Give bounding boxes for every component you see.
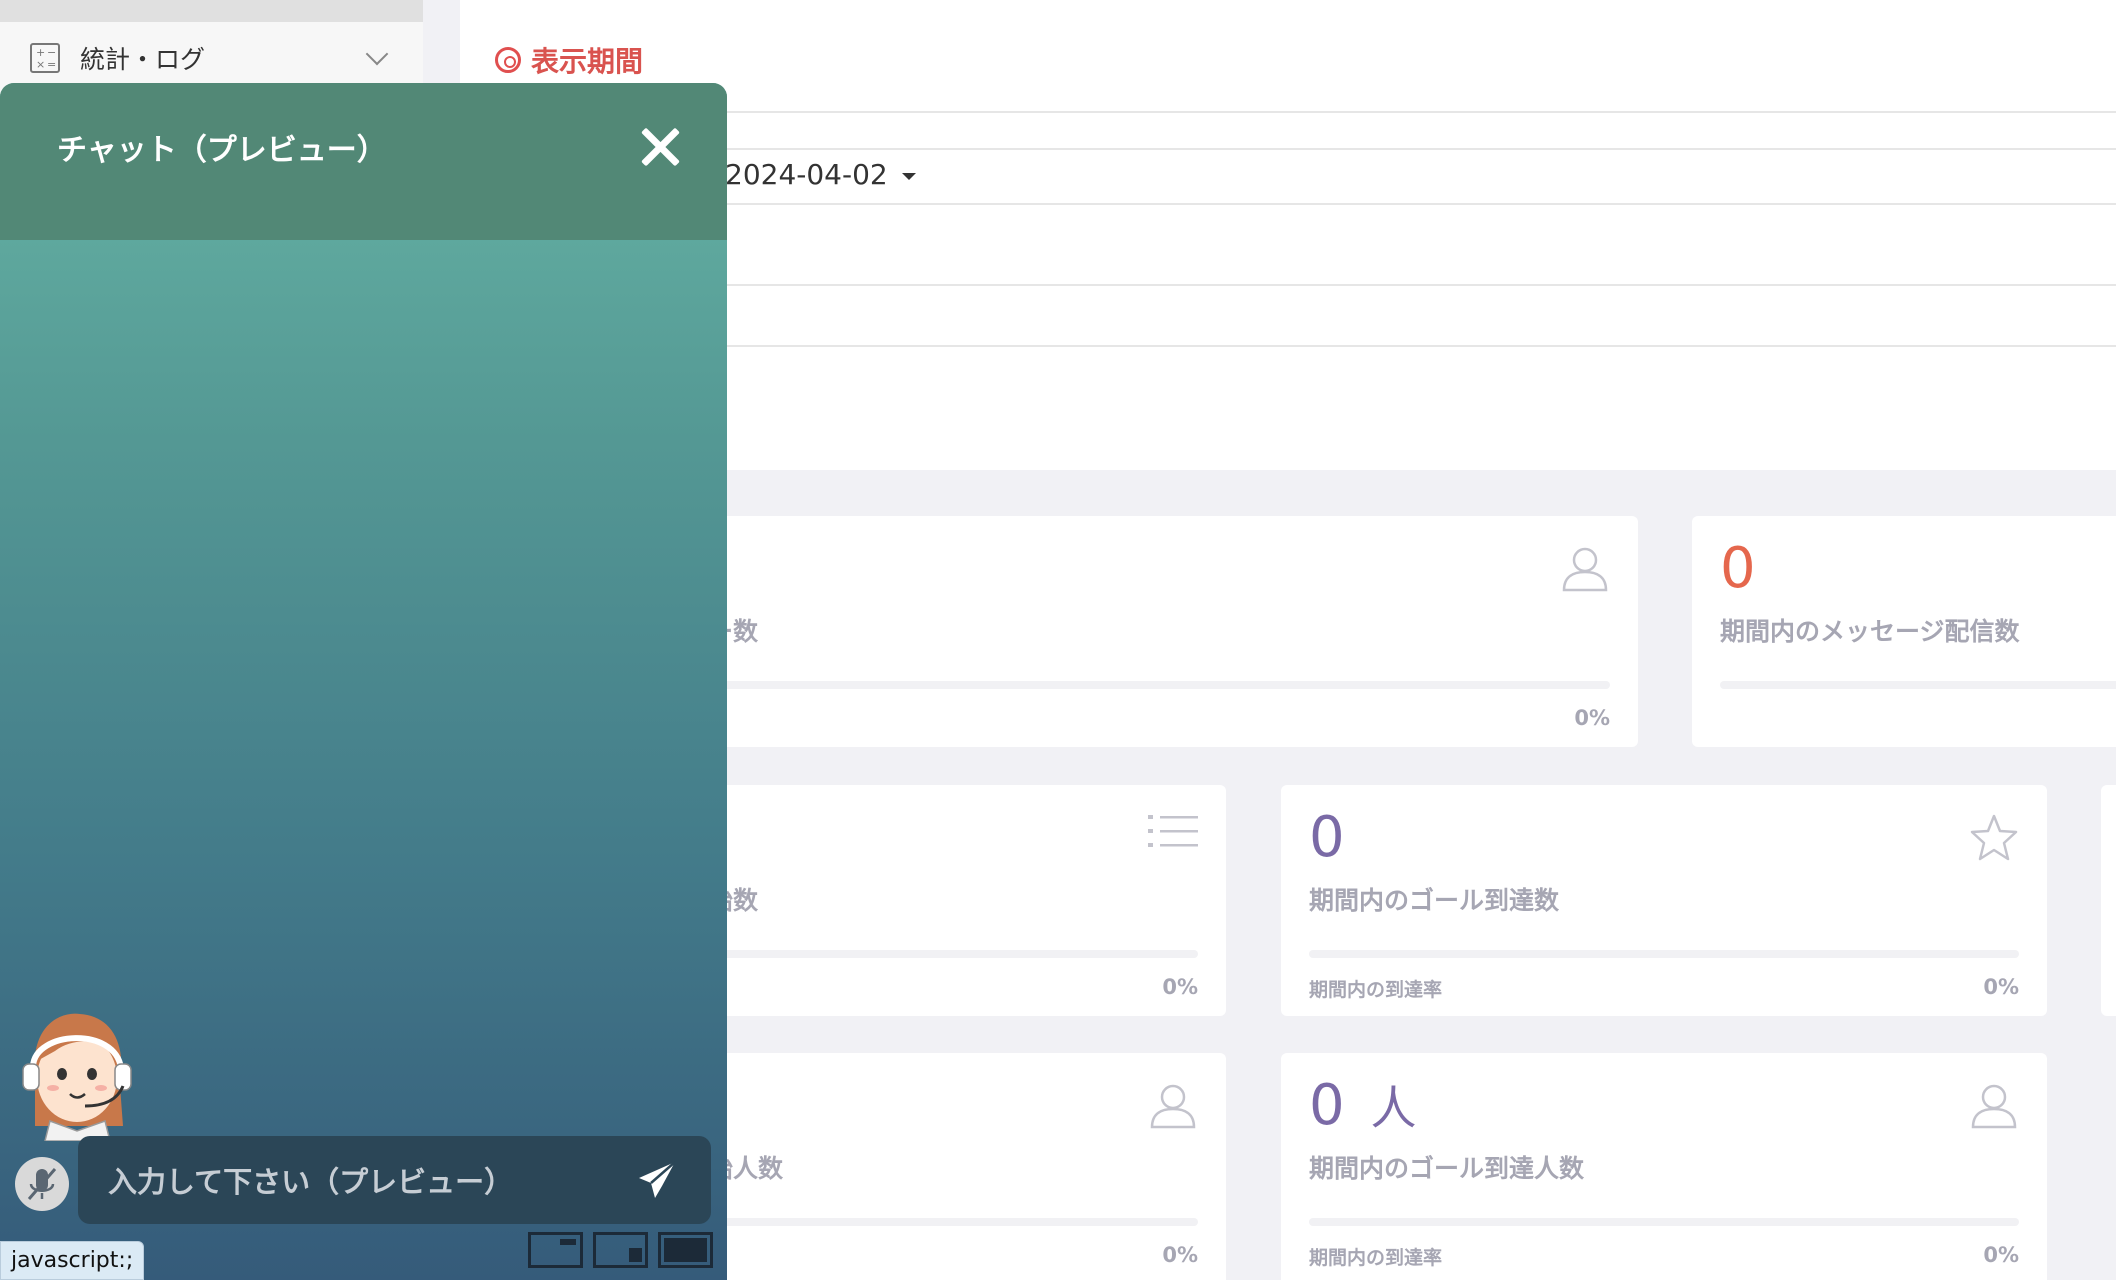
sidebar-item-label: 統計・ログ [80,45,206,74]
progress-bar [708,1218,1198,1226]
date-select-value: 2024-04-02 [725,158,888,191]
chat-title: チャット（プレビュー） [57,133,387,168]
operator-avatar [22,1013,132,1141]
mic-off-icon [27,1168,57,1200]
period-title: 表示期間 [531,45,644,78]
close-icon[interactable] [638,125,682,169]
chevron-down-icon [365,42,389,66]
progress-bar [1309,1218,2019,1226]
progress-bar [708,950,1198,958]
window-size-controls [528,1232,713,1268]
status-bar-link: javascript:; [0,1241,145,1280]
list-icon [1148,815,1198,847]
card-label: 期間内のメッセージ配信数 [1720,617,2020,646]
stat-card-messages: 0 期間内のメッセージ配信数 [1692,516,2116,747]
chat-input[interactable]: 入力して下さい（プレビュー） [78,1136,711,1224]
mic-button[interactable] [15,1157,69,1211]
user-icon [1150,1084,1196,1129]
chat-header: チャット（プレビュー） [0,83,727,240]
progress-bar [708,681,1610,689]
progress-bar [1720,681,2116,689]
progress-bar [1309,950,2019,958]
size-small-button[interactable] [528,1232,583,1268]
chat-input-placeholder: 入力して下さい（プレビュー） [108,1165,514,1199]
size-medium-button[interactable] [593,1232,648,1268]
stat-card-partial [2101,785,2116,1016]
card-percent: 0% [1162,975,1198,999]
card-percent: 0% [1983,1243,2019,1267]
card-percent: 0% [1574,706,1610,730]
star-icon [1970,814,2018,861]
caret-down-icon [901,173,916,180]
user-icon [1562,547,1608,592]
card-value: 0 [1309,805,1345,870]
stat-card-goals: 0 期間内のゴール到達数 期間内の到達率 0% [1281,785,2047,1016]
period-header: 表示期間 [495,40,643,80]
card-label: 期間内のゴール到達人数 [1309,1154,1585,1183]
sidebar-item-stats-logs[interactable]: + − × = 統計・ログ [30,40,395,76]
card-sub-label: 期間内の到達率 [1309,1247,1443,1269]
card-value: 0 [1720,536,1756,601]
stat-card-goal-users: 0 人 期間内のゴール到達人数 期間内の到達率 0% [1281,1053,2047,1280]
card-label: 期間内のゴール到達数 [1309,886,1560,915]
sidebar-top-strip [0,0,423,22]
card-percent: 0% [1162,1243,1198,1267]
chat-preview-panel: チャット（プレビュー） 入力して下さい（プレビュー） [0,83,727,1280]
size-large-button[interactable] [658,1232,713,1268]
card-sub-label: 期間内の到達率 [1309,979,1443,1001]
card-percent: 0% [1983,975,2019,999]
card-unit: 人 [1370,1081,1417,1135]
date-select[interactable]: 2024-04-02 [725,158,916,191]
calculator-icon: + − × = [30,43,60,73]
gear-icon [495,47,521,73]
card-value-with-unit: 0 人 [1309,1075,1416,1137]
user-icon [1971,1084,2017,1129]
card-value: 0 [1309,1073,1345,1138]
send-icon[interactable] [635,1158,679,1202]
